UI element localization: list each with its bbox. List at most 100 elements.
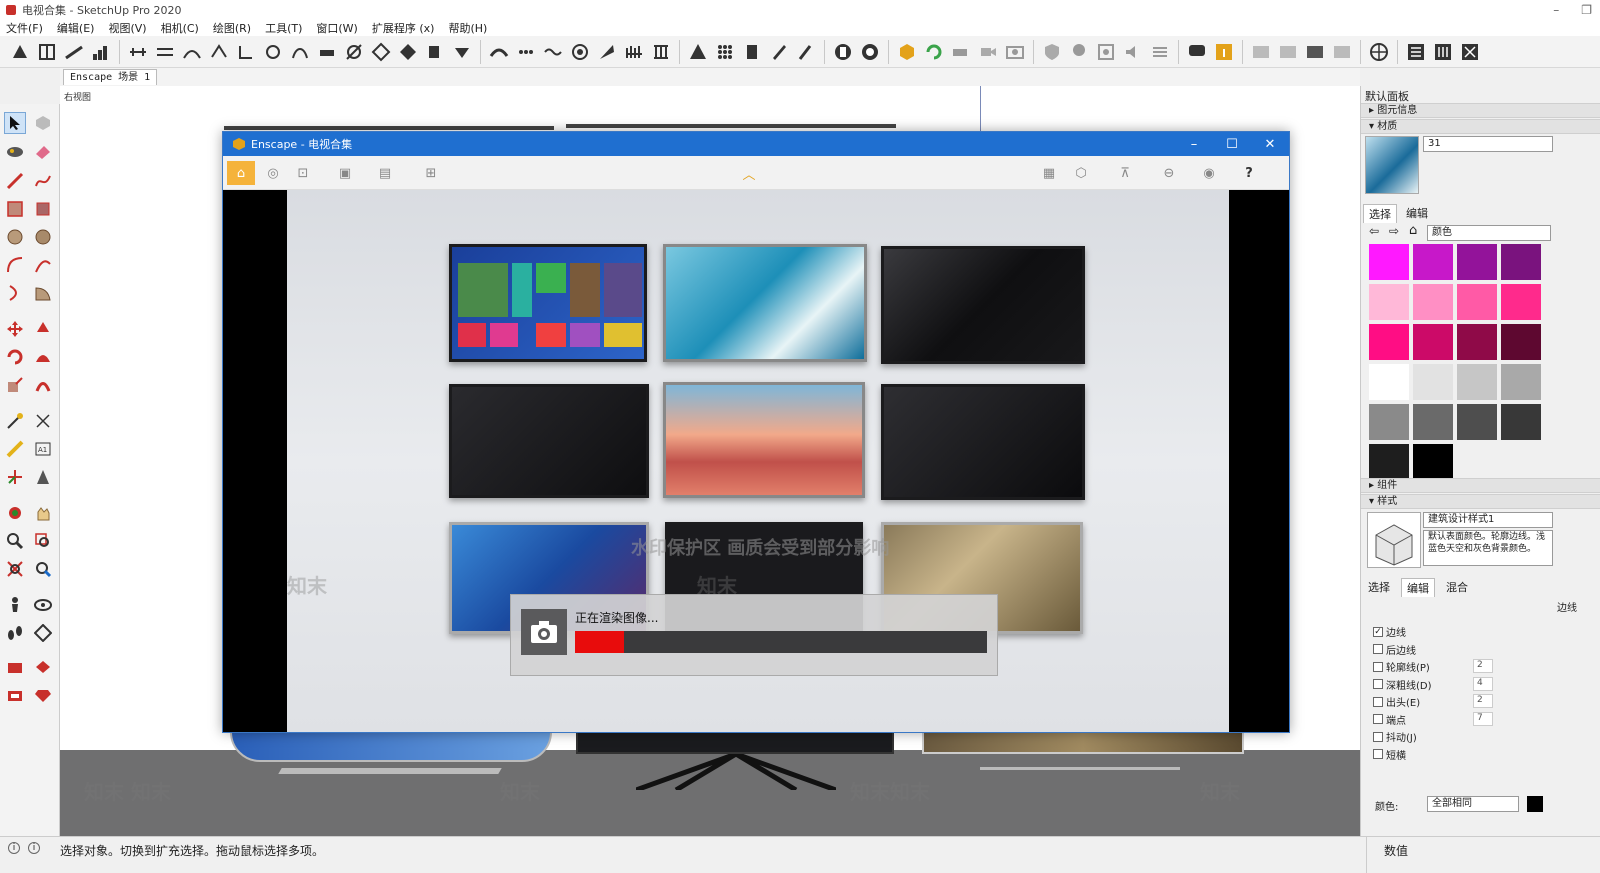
enscape-video-icon[interactable]	[976, 40, 1000, 64]
line-tool-icon[interactable]	[62, 40, 86, 64]
target-icon[interactable]	[568, 40, 592, 64]
visibility-icon[interactable]: ◉	[1197, 161, 1221, 185]
entity-info-header[interactable]: ▸ 图元信息	[1361, 103, 1600, 118]
zoom-icon[interactable]	[4, 530, 26, 552]
checkbox[interactable]	[1373, 731, 1383, 742]
pencil-icon[interactable]	[4, 170, 26, 192]
chinese-tool-3-icon[interactable]	[1458, 40, 1482, 64]
edge-option-row[interactable]: 深粗线(D)	[1373, 677, 1432, 692]
enscape-tree-icon[interactable]	[1067, 40, 1091, 64]
scene-tab[interactable]: Enscape 场景 1	[63, 69, 158, 85]
menu-edit[interactable]: 编辑(E)	[57, 20, 95, 36]
color-swatch[interactable]	[1501, 404, 1541, 440]
minimize-icon[interactable]: –	[1553, 3, 1559, 17]
rotated-rectangle-icon[interactable]	[32, 198, 54, 220]
help-icon[interactable]: ?	[1237, 161, 1261, 185]
pen-icon[interactable]	[767, 40, 791, 64]
zoom-window-icon[interactable]	[32, 530, 54, 552]
pyramid-icon[interactable]	[686, 40, 710, 64]
chinese-tool-2-icon[interactable]	[1431, 40, 1455, 64]
tab-select[interactable]: 选择	[1363, 204, 1397, 223]
menu-draw[interactable]: 绘图(R)	[213, 20, 251, 36]
color-swatch[interactable]	[1413, 404, 1453, 440]
protractor-icon[interactable]	[4, 438, 26, 460]
globe-icon[interactable]	[1367, 40, 1391, 64]
edge-option-row[interactable]: 短横	[1373, 747, 1406, 762]
axes-icon[interactable]	[4, 466, 26, 488]
speaker-icon[interactable]	[1121, 40, 1145, 64]
style-tab-select[interactable]: 选择	[1363, 578, 1395, 596]
orbit-icon[interactable]	[4, 502, 26, 524]
fillet-icon[interactable]	[234, 40, 258, 64]
edge-option-value[interactable]: 7	[1473, 711, 1493, 726]
material-name-field[interactable]: 31	[1423, 136, 1553, 152]
style-tab-edit[interactable]: 编辑	[1401, 578, 1435, 597]
text-tool-icon[interactable]: A1	[32, 438, 54, 460]
dimension-tool-icon[interactable]	[32, 410, 54, 432]
color-swatch[interactable]	[1457, 284, 1497, 320]
look-around-icon[interactable]	[32, 594, 54, 616]
color-swatch[interactable]	[1369, 244, 1409, 280]
map-icon[interactable]: ▦	[1037, 161, 1061, 185]
block-icon[interactable]	[740, 40, 764, 64]
edge-option-row[interactable]: 端点	[1373, 712, 1406, 727]
edge-option-row[interactable]: ✓ 边线	[1373, 624, 1406, 639]
edge-option-value[interactable]: 2	[1473, 694, 1493, 708]
move-icon[interactable]	[450, 40, 474, 64]
paint-bucket-icon[interactable]	[4, 140, 26, 162]
sync-icon[interactable]: ◎	[261, 161, 285, 185]
views-icon[interactable]: ⊼	[1113, 161, 1137, 185]
extension-warehouse-icon[interactable]	[4, 684, 26, 706]
3d-text-icon[interactable]	[32, 466, 54, 488]
color-swatch[interactable]	[1413, 284, 1453, 320]
dots-grid-icon[interactable]	[713, 40, 737, 64]
color-swatch[interactable]	[1457, 324, 1497, 360]
section-cut-icon[interactable]	[8, 40, 32, 64]
pan-hand-icon[interactable]	[32, 502, 54, 524]
home-icon[interactable]: ⌂	[1409, 223, 1417, 238]
styles-header[interactable]: ▾ 样式	[1361, 494, 1600, 509]
edge-option-value[interactable]: 4	[1473, 676, 1493, 691]
polygon-icon[interactable]	[32, 226, 54, 248]
arc-tool-icon[interactable]	[4, 254, 26, 276]
dimension-icon[interactable]	[126, 40, 150, 64]
menu-extensions[interactable]: 扩展程序 (x)	[372, 20, 435, 36]
fence-icon[interactable]	[622, 40, 646, 64]
chinese-tool-1-icon[interactable]	[1404, 40, 1428, 64]
menu-window[interactable]: 窗口(W)	[316, 20, 357, 36]
component-icon[interactable]	[32, 112, 54, 134]
offset-icon[interactable]	[153, 40, 177, 64]
wave-icon[interactable]	[541, 40, 565, 64]
color-swatch[interactable]	[1369, 404, 1409, 440]
color-swatch[interactable]	[1413, 324, 1453, 360]
color-swatch[interactable]	[1413, 244, 1453, 280]
maximize-icon[interactable]: ☐	[1213, 132, 1251, 156]
menu-view[interactable]: 视图(V)	[108, 20, 146, 36]
menu-help[interactable]: 帮助(H)	[448, 20, 487, 36]
spiral-icon[interactable]	[261, 40, 285, 64]
style-name-field[interactable]: 建筑设计样式1	[1423, 512, 1553, 528]
back-arrow-icon[interactable]: ⇦	[1369, 224, 1379, 238]
layout-icon-4[interactable]	[1330, 40, 1354, 64]
enscape-settings-icon[interactable]	[1094, 40, 1118, 64]
color-swatch[interactable]	[1501, 284, 1541, 320]
tab-edit[interactable]: 编辑	[1401, 204, 1433, 222]
feedback-icon[interactable]	[1185, 40, 1209, 64]
offset-tool-icon[interactable]	[32, 374, 54, 396]
checkbox[interactable]	[1373, 644, 1383, 654]
export-icon[interactable]: ⊞	[419, 161, 443, 185]
asset-library-icon[interactable]: ⬡	[1069, 161, 1093, 185]
edge-option-row[interactable]: 轮廓线(P)	[1373, 659, 1430, 674]
two-point-arc-icon[interactable]	[32, 254, 54, 276]
enscape-sync-icon[interactable]	[922, 40, 946, 64]
color-swatch[interactable]	[1457, 404, 1497, 440]
collapse-chevron-icon[interactable]: ︿	[737, 161, 761, 185]
enscape-truck-icon[interactable]	[949, 40, 973, 64]
home-icon[interactable]: ⌂	[227, 161, 255, 185]
join-icon[interactable]	[342, 40, 366, 64]
grid-icon[interactable]	[369, 40, 393, 64]
color-dropdown[interactable]: 全部相同	[1427, 796, 1519, 812]
components-header[interactable]: ▸ 组件	[1361, 478, 1600, 493]
geo-location-icon[interactable]: i	[8, 842, 20, 854]
chain-icon[interactable]	[514, 40, 538, 64]
